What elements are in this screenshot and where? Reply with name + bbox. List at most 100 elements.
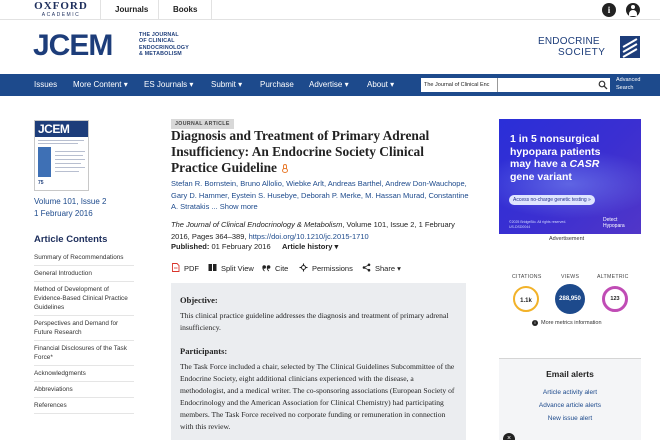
contents-item[interactable]: General Introduction <box>34 266 134 282</box>
quote-icon <box>262 265 271 272</box>
split-view-button[interactable]: Split View <box>208 262 254 276</box>
citation-info: The Journal of Clinical Endocrinology & … <box>171 219 471 242</box>
views-label: VIEWS <box>561 274 580 280</box>
nav-es-journals[interactable]: ES Journals ▾ <box>144 74 193 96</box>
article-contents-list: Summary of Recommendations General Intro… <box>34 250 134 414</box>
article-title: Diagnosis and Treatment of Primary Adren… <box>171 128 471 176</box>
cover-graphic <box>38 147 51 177</box>
new-issue-alert-link[interactable]: New issue alert <box>499 415 641 422</box>
ad-fine-line: US-DSD0044 <box>509 224 531 229</box>
ad-brand-logo: Detect Hypopara <box>603 217 625 229</box>
society-name-line2: SOCIETY <box>558 47 606 58</box>
user-icon-head <box>631 5 635 9</box>
nav-submit[interactable]: Submit ▾ <box>211 74 242 96</box>
main-nav: Issues More Content ▾ ES Journals ▾ Subm… <box>0 74 660 96</box>
info-icon[interactable]: i <box>602 3 616 17</box>
user-icon[interactable] <box>626 3 640 17</box>
logo-oxford: OXFORD <box>34 0 88 12</box>
nav-issues[interactable]: Issues <box>34 74 57 96</box>
show-more-authors-link[interactable]: Show more <box>220 202 258 211</box>
article-contents-heading: Article Contents <box>34 234 108 245</box>
nav-advertise[interactable]: Advertise ▾ <box>309 74 349 96</box>
nav-purchase[interactable]: Purchase <box>260 74 294 96</box>
email-alerts-heading: Email alerts <box>546 369 594 379</box>
advanced-search-line1: Advanced <box>616 77 641 83</box>
doi-link[interactable]: https://doi.org/10.1210/jc.2015-1710 <box>249 232 369 241</box>
ad-line: may have a CASR <box>510 158 635 171</box>
published-date: 01 February 2016 <box>211 242 271 251</box>
issue-info[interactable]: Volume 101, Issue 2 1 February 2016 <box>34 196 107 219</box>
journal-header: JCEM THE JOURNAL OF CLINICAL ENDOCRINOLO… <box>0 20 660 74</box>
article-history-dropdown[interactable]: Article history ▾ <box>282 242 338 251</box>
advance-article-alerts-link[interactable]: Advance article alerts <box>499 402 641 409</box>
cover-title: JCEM <box>38 122 70 136</box>
close-icon[interactable]: × <box>503 433 515 440</box>
topnav-journals[interactable]: Journals <box>100 0 162 20</box>
citation-journal: The Journal of Clinical Endocrinology & … <box>171 220 343 229</box>
author-list: Stefan R. Bornstein, Bruno Allolio, Wieb… <box>171 178 471 213</box>
share-label: Share ▾ <box>375 264 401 273</box>
views-badge[interactable]: 288,950 <box>555 284 585 314</box>
ad-cta-button[interactable]: Access no-charge genetic testing » <box>509 195 595 205</box>
nav-more-content[interactable]: More Content ▾ <box>73 74 128 96</box>
advertisement-banner[interactable]: 1 in 5 nonsurgical hypopara patients may… <box>499 119 641 234</box>
permissions-label: Permissions <box>312 264 353 273</box>
contents-item[interactable]: Financial Disclosures of the Task Force* <box>34 341 134 366</box>
contents-item[interactable]: Acknowledgments <box>34 366 134 382</box>
article-activity-alert-link[interactable]: Article activity alert <box>499 389 641 396</box>
nav-about[interactable]: About ▾ <box>367 74 394 96</box>
published-info: Published: 01 February 2016 <box>171 242 271 251</box>
advanced-search-link[interactable]: Advanced Search <box>616 77 640 92</box>
topnav-books[interactable]: Books <box>158 0 213 20</box>
permissions-icon <box>299 263 308 272</box>
article-title-text: Diagnosis and Treatment of Primary Adren… <box>171 128 430 175</box>
citations-badge[interactable]: 1.1k <box>513 286 539 312</box>
ad-fine-line: ©2025 BridgeBio. All rights reserved. <box>509 220 567 224</box>
ad-gene-name: CASR <box>569 158 600 170</box>
ad-line: 1 in 5 nonsurgical <box>510 133 600 145</box>
abstract-panel: Objective: This clinical practice guidel… <box>171 283 466 440</box>
issue-volume[interactable]: Volume 101, Issue 2 <box>34 196 107 208</box>
share-button[interactable]: Share ▾ <box>362 262 401 276</box>
more-metrics-link[interactable]: i More metrics information <box>532 320 602 326</box>
abstract-objective-heading: Objective: <box>180 295 218 305</box>
contents-item[interactable]: Summary of Recommendations <box>34 250 134 266</box>
contents-item[interactable]: References <box>34 398 134 414</box>
contents-item[interactable]: Method of Development of Evidence-Based … <box>34 282 134 316</box>
user-icon-shoulders <box>629 10 637 16</box>
ad-brand-line: Hypopara <box>603 222 625 229</box>
authors-text[interactable]: Stefan R. Bornstein, Bruno Allolio, Wieb… <box>171 179 468 211</box>
journal-name-line: & METABOLISM <box>139 51 182 58</box>
contents-item[interactable]: Abbreviations <box>34 382 134 398</box>
article-metrics: CITATIONS VIEWS ALTMETRIC 1.1k 288,950 1… <box>499 256 641 336</box>
issue-cover-image[interactable]: JCEM 75 <box>34 120 89 191</box>
open-access-lock-icon <box>282 164 289 173</box>
citations-label: CITATIONS <box>512 274 542 280</box>
more-metrics-text: More metrics information <box>541 320 602 326</box>
journal-full-name: THE JOURNAL OF CLINICAL ENDOCRINOLOGY & … <box>139 32 189 58</box>
search-input[interactable] <box>499 78 597 92</box>
cite-label: Cite <box>275 264 289 273</box>
abstract-participants-heading: Participants: <box>180 346 228 356</box>
logo-academic: ACADEMIC <box>41 12 81 18</box>
pdf-button[interactable]: PDF <box>171 262 199 276</box>
ad-line: hypopara patients <box>510 145 601 158</box>
society-mark-icon <box>620 36 640 58</box>
cite-button[interactable]: Cite <box>262 262 288 276</box>
oxford-academic-logo[interactable]: OXFORD ACADEMIC <box>32 1 90 19</box>
permissions-button[interactable]: Permissions <box>299 262 353 276</box>
cover-number: 75 <box>38 180 44 186</box>
contents-item[interactable]: Perspectives and Demand for Future Resea… <box>34 316 134 341</box>
top-bar: OXFORD ACADEMIC Journals Books i <box>0 0 660 20</box>
issue-date: 1 February 2016 <box>34 208 93 218</box>
altmetric-badge[interactable]: 123 <box>602 286 628 312</box>
search-icon[interactable] <box>598 80 608 90</box>
search-scope-select[interactable]: The Journal of Clinical Enc <box>421 78 498 92</box>
pdf-icon <box>172 263 180 272</box>
published-label: Published: <box>171 242 210 251</box>
ad-fine-print: ©2025 BridgeBio. All rights reserved. US… <box>509 220 566 229</box>
ad-line: gene variant <box>510 170 572 183</box>
journal-logo[interactable]: JCEM <box>33 31 113 61</box>
email-alerts-panel: Email alerts Article activity alert Adva… <box>499 358 641 440</box>
abstract-participants-text: The Task Force included a chair, selecte… <box>180 362 455 431</box>
